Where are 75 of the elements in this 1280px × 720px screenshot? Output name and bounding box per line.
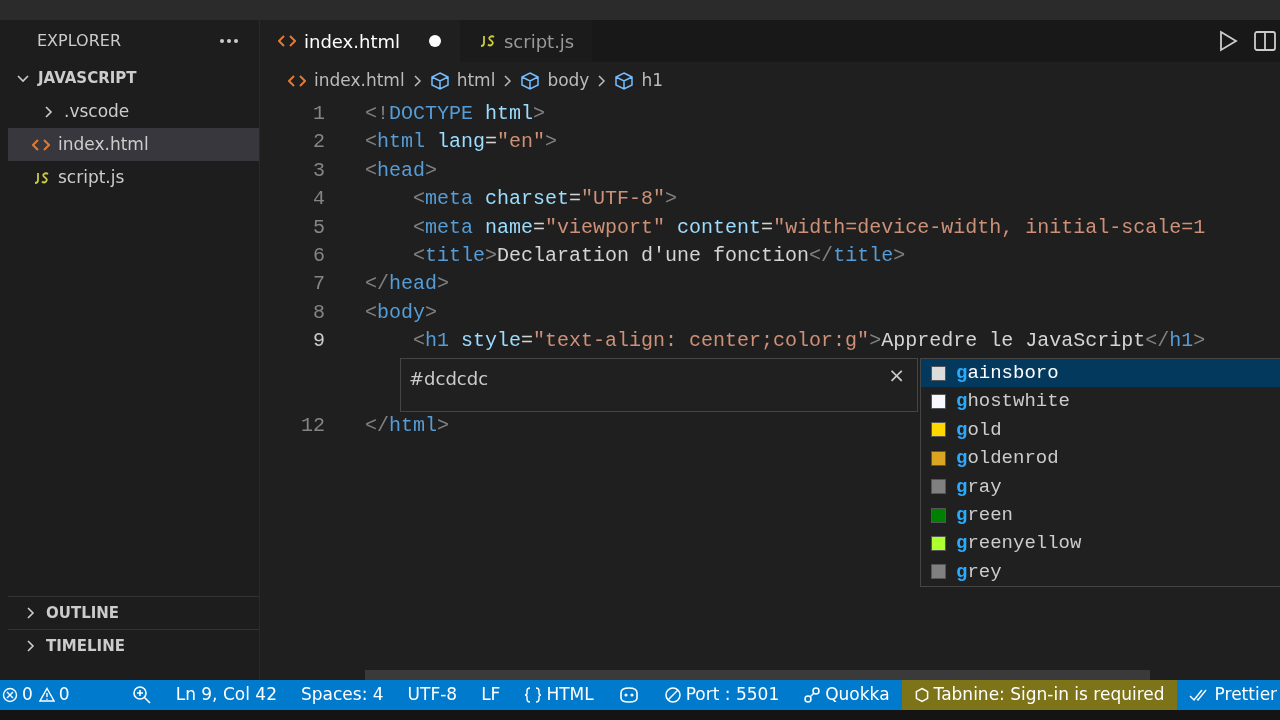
line-number: 3: [312, 157, 325, 184]
editor-tab[interactable]: index.html: [260, 20, 460, 62]
status-item[interactable]: 0: [0, 682, 33, 708]
line-number: 6: [312, 242, 325, 269]
code-line: <head>: [364, 157, 438, 184]
code-brackets-icon: [32, 137, 50, 152]
link-icon: [803, 686, 822, 704]
color-value: #dcdcdc: [409, 368, 489, 389]
prohibited-icon: [663, 686, 682, 704]
suggestion-item[interactable]: gray: [921, 472, 1280, 501]
code-line: <h1 style="text-align: center;color:g">Appredre le JavaScript</h1>: [412, 328, 1206, 355]
code-line: </html>: [364, 413, 450, 440]
suggestion-item[interactable]: greenyellow: [921, 529, 1280, 558]
code-brackets-icon: [278, 34, 296, 48]
chevron-right-icon: [503, 74, 514, 88]
tree-item[interactable]: index.html: [8, 128, 259, 161]
tree-item[interactable]: .vscode: [8, 95, 259, 128]
cube-icon: [430, 72, 449, 90]
line-number: 8: [312, 299, 325, 326]
js-file-icon: [32, 170, 50, 185]
suggestion-item[interactable]: gainsboro: [921, 359, 1280, 388]
more-icon: [219, 38, 239, 44]
line-number: 1: [312, 101, 325, 127]
code-line: </head>: [364, 271, 450, 298]
split-editor-icon: [1254, 30, 1276, 52]
code-line: <meta name="viewport" content="width=device-width, initial-scale=1: [412, 214, 1206, 241]
folder-header[interactable]: JAVASCRIPT: [8, 62, 259, 95]
breadcrumb-item[interactable]: index.html: [288, 68, 405, 94]
close-button[interactable]: ×: [886, 363, 907, 387]
robot-icon: [617, 686, 640, 704]
error-icon: [2, 687, 18, 703]
status-item[interactable]: UTF-8: [395, 680, 470, 710]
cube-icon: [521, 72, 540, 90]
status-item[interactable]: Quokka: [791, 680, 902, 710]
status-item[interactable]: 0: [32, 682, 70, 708]
braces-icon: [524, 686, 543, 704]
line-number: 4: [312, 186, 325, 213]
code-line: <meta charset="UTF-8">: [412, 186, 678, 213]
code-line: <html lang="en">: [364, 129, 558, 156]
line-number: 12: [300, 413, 325, 440]
suggestion-item[interactable]: gold: [921, 415, 1280, 445]
cube-icon: [615, 72, 634, 90]
suggestion-item[interactable]: green: [921, 500, 1280, 530]
status-item[interactable]: Tabnine: Sign-in is required: [901, 680, 1177, 710]
panel-header[interactable]: OUTLINE: [8, 596, 259, 629]
line-number: 2: [312, 129, 325, 156]
suggestion-item[interactable]: ghostwhite: [921, 387, 1280, 416]
chevron-right-icon: [597, 74, 608, 88]
warning-icon: [38, 687, 55, 703]
suggestion-item[interactable]: goldenrod: [921, 444, 1280, 473]
chevron-right-icon: [412, 74, 423, 88]
status-item[interactable]: LF: [469, 680, 513, 710]
breadcrumb-item[interactable]: h1: [615, 68, 663, 94]
status-item[interactable]: HTML: [512, 680, 606, 710]
sidebar-title: EXPLORER: [37, 30, 121, 52]
code-brackets-icon: [288, 74, 306, 88]
tree-item[interactable]: script.js: [8, 161, 259, 194]
suggestion-item[interactable]: grey: [921, 557, 1280, 587]
breadcrumb-item[interactable]: body: [521, 68, 590, 94]
code-line: <title>Declaration d'une fonction</title>: [412, 242, 906, 269]
panel-header[interactable]: TIMELINE: [8, 629, 259, 662]
line-number: 9: [312, 328, 325, 355]
hexagon-icon: [913, 687, 930, 703]
status-item[interactable]: Ln 9, Col 42: [163, 680, 289, 710]
status-item[interactable]: Spaces: 4: [288, 680, 396, 710]
breadcrumb-item[interactable]: html: [430, 68, 496, 94]
status-item[interactable]: Prettier: [1176, 680, 1280, 710]
code-line: <!DOCTYPE html>: [364, 101, 546, 127]
zoom-in-icon: [131, 685, 152, 705]
run-icon: [1218, 30, 1238, 52]
code-line: <body>: [364, 299, 438, 326]
scrollbar-thumb[interactable]: [365, 670, 1150, 680]
status-item[interactable]: Port : 5501: [651, 680, 792, 710]
line-number: 7: [312, 271, 325, 298]
line-number: 5: [312, 214, 325, 241]
